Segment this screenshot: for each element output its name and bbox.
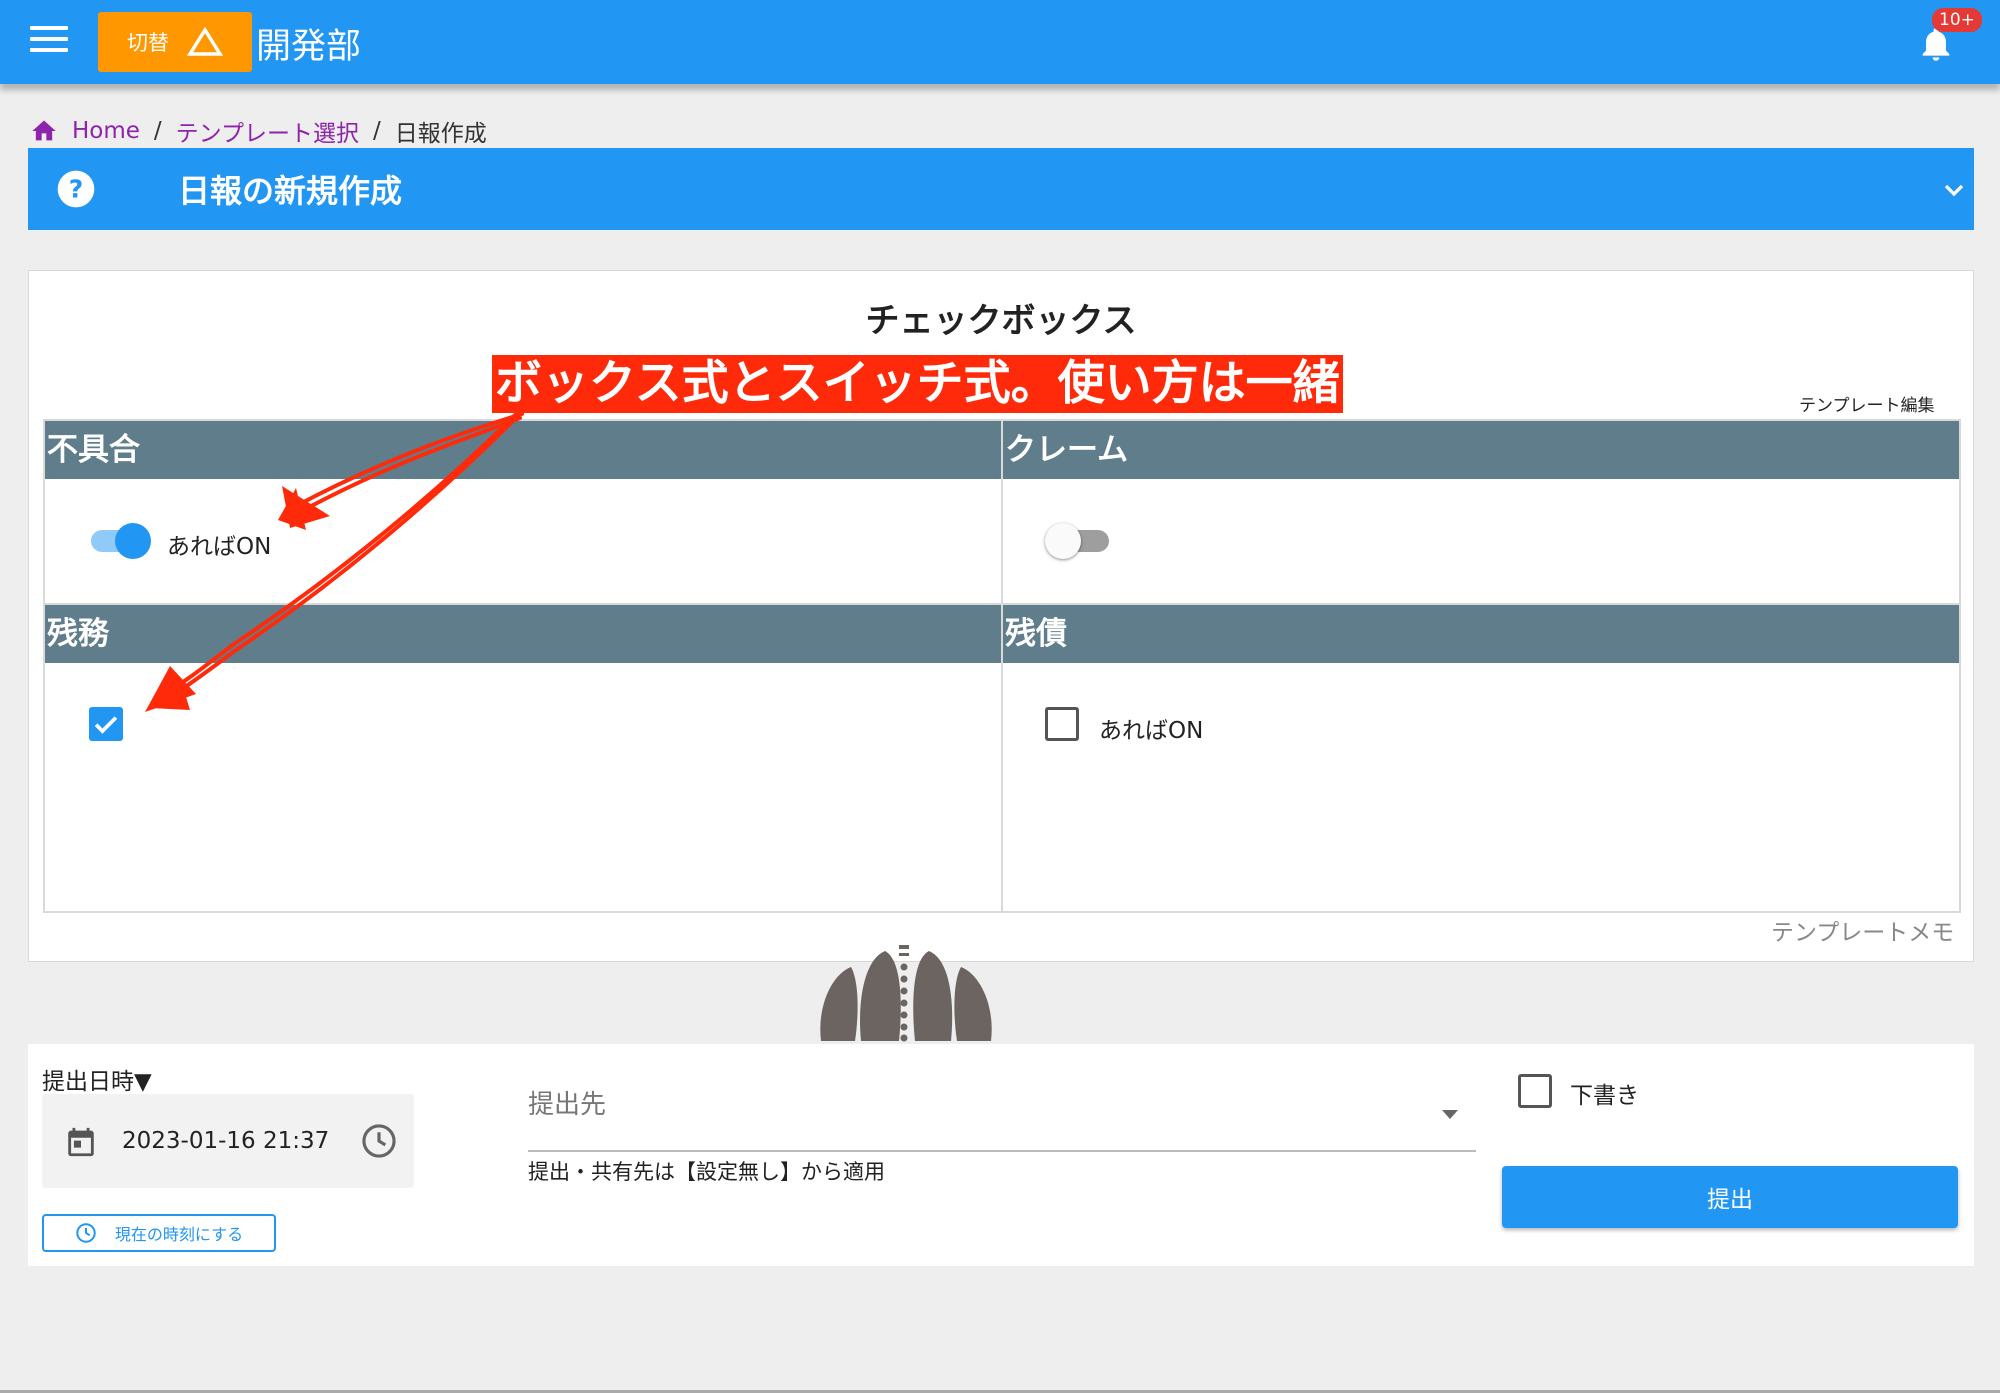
top-app-bar: 切替 開発部 10+ (0, 0, 2000, 84)
field-remaining-debt: 残債 あればON (1001, 603, 1961, 913)
switch-button-label: 切替 (127, 31, 169, 55)
destination-hint: 提出・共有先は【設定無し】から適用 (528, 1160, 885, 1184)
help-icon[interactable]: ? (56, 169, 96, 209)
field-label: 不具合 (45, 421, 1001, 479)
new-report-panel-header[interactable]: ? 日報の新規作成 (28, 148, 1974, 230)
chevron-down-icon[interactable] (1938, 174, 1970, 206)
breadcrumb-current: 日報作成 (394, 121, 487, 147)
template-title: チェックボックス (865, 301, 1137, 341)
option-label: あればON (167, 534, 272, 560)
clock-icon[interactable] (360, 1122, 398, 1160)
calendar-icon (68, 1127, 94, 1157)
switch-button[interactable]: 切替 (98, 12, 252, 72)
draft-checkbox[interactable] (1518, 1074, 1552, 1108)
remaining-debt-checkbox[interactable] (1045, 707, 1079, 741)
template-edit-link[interactable]: テンプレート編集 (1799, 391, 1935, 416)
crown-logo (820, 945, 992, 1042)
breadcrumb-home[interactable]: Home (72, 118, 140, 144)
submit-datetime-field[interactable]: 2023-01-16 21:37 (42, 1094, 414, 1188)
template-card: チェックボックス ボックス式とスイッチ式。使い方は一緒 テンプレート編集 不具合… (28, 270, 1974, 1042)
field-complaint: クレーム (1001, 419, 1961, 605)
triangle-icon (187, 27, 223, 56)
field-remaining-work: 残務 (43, 603, 1003, 1042)
field-label: クレーム (1003, 421, 1959, 479)
hamburger-menu-icon[interactable] (30, 26, 68, 58)
option-label: あればON (1099, 718, 1204, 744)
breadcrumb-separator: / (153, 118, 162, 144)
department-name: 開発部 (256, 27, 362, 67)
page-title: 日報の新規作成 (178, 172, 403, 210)
annotation-banner: ボックス式とスイッチ式。使い方は一緒 (492, 355, 1343, 413)
destination-select[interactable]: 提出先 (528, 1080, 1476, 1152)
field-defect: 不具合 あればON (43, 419, 1003, 605)
check-icon (94, 716, 118, 734)
template-memo: テンプレートメモ (1771, 920, 1955, 946)
home-icon[interactable] (30, 117, 58, 145)
field-label: 残務 (45, 605, 1001, 663)
set-current-time-button[interactable]: 現在の時刻にする (42, 1214, 276, 1252)
field-label: 残債 (1003, 605, 1959, 663)
notification-badge: 10+ (1932, 8, 1982, 32)
submission-form: 提出日時▼ 2023-01-16 21:37 現在の時刻にする 提出先 提出・共… (28, 1044, 1974, 1266)
set-current-time-label: 現在の時刻にする (114, 1225, 244, 1244)
breadcrumb-separator: / (372, 118, 381, 144)
breadcrumb: Home / テンプレート選択 / 日報作成 (30, 114, 487, 148)
breadcrumb-template-select[interactable]: テンプレート選択 (176, 114, 359, 148)
remaining-work-checkbox[interactable] (89, 707, 123, 741)
destination-placeholder: 提出先 (528, 1090, 607, 1120)
submit-button[interactable]: 提出 (1502, 1166, 1958, 1228)
submit-datetime-value: 2023-01-16 21:37 (122, 1128, 330, 1154)
dropdown-arrow-icon (1442, 1110, 1458, 1119)
clock-icon (76, 1223, 96, 1243)
svg-text:?: ? (69, 174, 84, 203)
submit-datetime-label[interactable]: 提出日時▼ (42, 1062, 152, 1096)
draft-label: 下書き (1570, 1083, 1639, 1109)
